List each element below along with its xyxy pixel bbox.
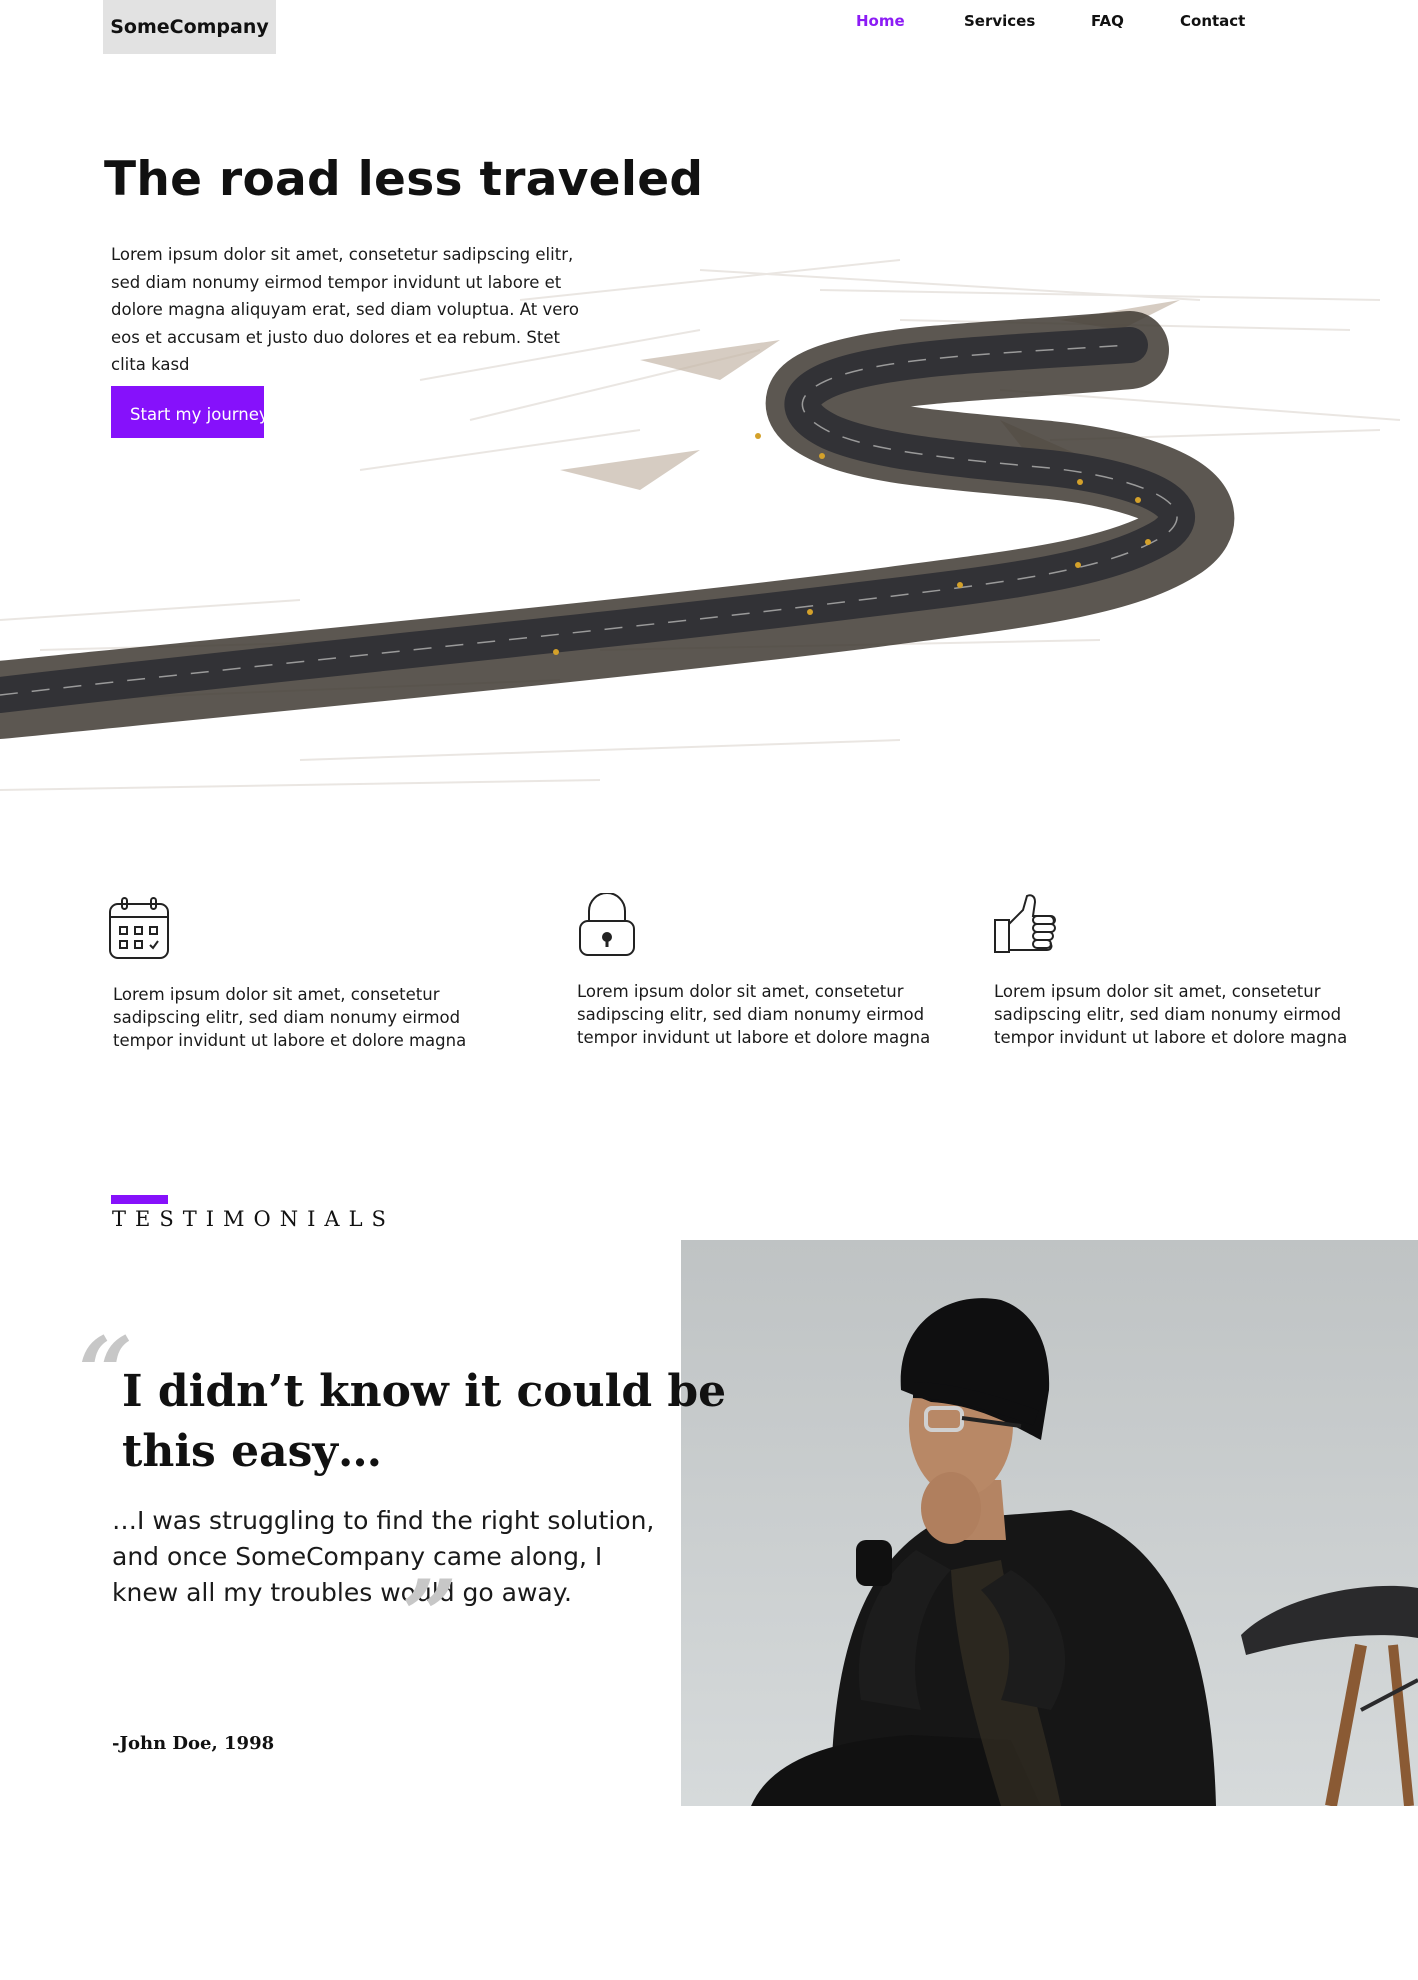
logo-text: SomeCompany [110, 16, 269, 38]
feature-2-text: Lorem ipsum dolor sit amet, consetetur s… [577, 982, 931, 1047]
feature-3-text: Lorem ipsum dolor sit amet, consetetur s… [994, 982, 1348, 1047]
hero-title: The road less traveled [104, 152, 704, 207]
feature-2 [575, 892, 639, 961]
nav-faq[interactable]: FAQ [1091, 12, 1124, 30]
testimonial-quote-title: I didn’t know it could be this easy… [122, 1366, 727, 1477]
testimonials-heading: TESTIMONIALS [112, 1207, 395, 1231]
testimonial-quote-body: …I was struggling to find the right solu… [112, 1506, 655, 1607]
thumbs-up-icon [994, 894, 1056, 953]
calendar-icon [109, 897, 169, 959]
feature-1-text: Lorem ipsum dolor sit amet, consetetur s… [113, 985, 467, 1050]
close-quote-icon: ” [402, 1559, 458, 1672]
nav-services[interactable]: Services [964, 12, 1035, 30]
testimonial-author: -John Doe, 1998 [112, 1733, 275, 1754]
nav-contact[interactable]: Contact [1180, 12, 1245, 30]
logo[interactable]: SomeCompany [103, 0, 276, 54]
feature-1 [107, 897, 171, 965]
feature-3 [993, 892, 1057, 960]
start-journey-button[interactable]: Start my journey [111, 386, 269, 438]
hero-description: Lorem ipsum dolor sit amet, consetetur s… [111, 245, 579, 374]
testimonial-photo [681, 1240, 1418, 1806]
nav-home[interactable]: Home [856, 12, 905, 30]
testimonials-accent-bar [111, 1195, 168, 1204]
lock-icon [579, 892, 635, 956]
